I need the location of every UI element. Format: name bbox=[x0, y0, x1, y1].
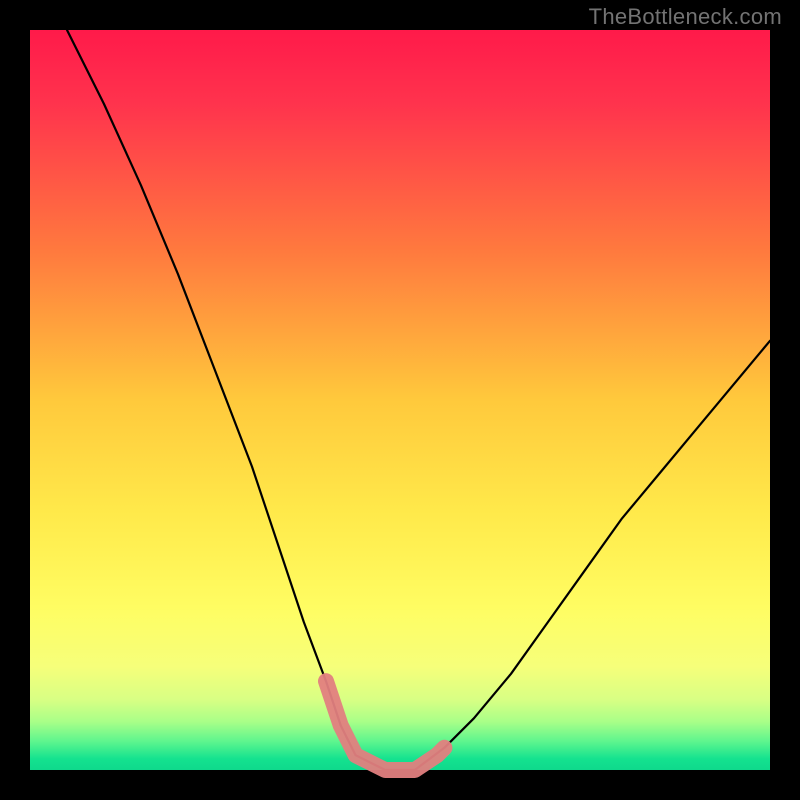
bottleneck-chart bbox=[0, 0, 800, 800]
gradient-background bbox=[30, 30, 770, 770]
watermark-text: TheBottleneck.com bbox=[589, 4, 782, 30]
chart-stage: TheBottleneck.com bbox=[0, 0, 800, 800]
